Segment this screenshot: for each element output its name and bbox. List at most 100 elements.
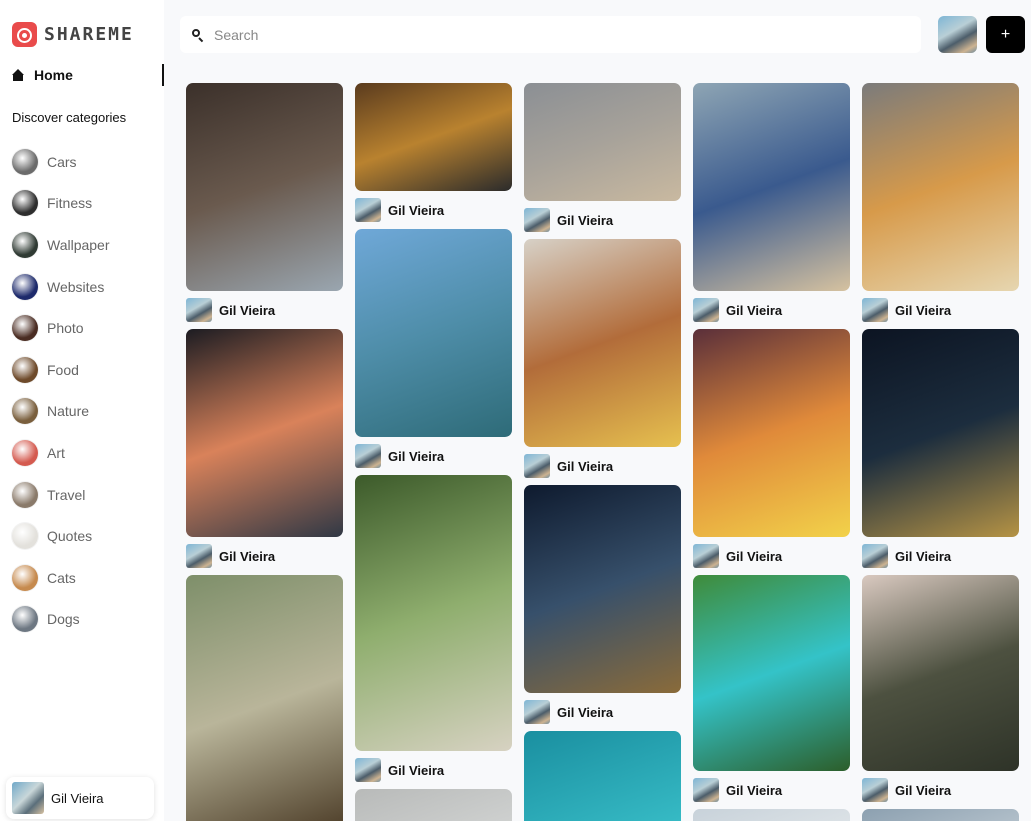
pin-card[interactable] <box>862 83 1019 291</box>
category-item-quotes[interactable]: Quotes <box>12 515 162 557</box>
author-avatar <box>862 298 888 322</box>
header-avatar[interactable] <box>938 16 977 53</box>
nav-home[interactable]: Home <box>12 64 164 86</box>
pin-card[interactable] <box>693 83 850 291</box>
category-item-photo[interactable]: Photo <box>12 307 162 349</box>
pin-card[interactable] <box>355 475 512 751</box>
author-name: Gil Vieira <box>726 548 783 564</box>
pin-card[interactable] <box>693 329 850 537</box>
pin-author[interactable]: Gil Vieira <box>862 778 951 802</box>
pin-author[interactable]: Gil Vieira <box>693 544 782 568</box>
pin-image[interactable] <box>693 329 850 537</box>
category-item-travel[interactable]: Travel <box>12 474 162 516</box>
pin-card[interactable] <box>524 731 681 821</box>
category-item-fitness[interactable]: Fitness <box>12 183 162 225</box>
author-name: Gil Vieira <box>895 782 952 798</box>
category-item-websites[interactable]: Websites <box>12 266 162 308</box>
category-thumbnail <box>12 190 38 217</box>
search-input[interactable] <box>214 26 894 43</box>
pin-card[interactable] <box>524 485 681 693</box>
search-icon <box>192 28 204 41</box>
pin-author[interactable]: Gil Vieira <box>186 298 275 322</box>
category-thumbnail <box>12 481 38 508</box>
category-item-cats[interactable]: Cats <box>12 557 162 599</box>
pin-image[interactable] <box>524 485 681 693</box>
category-thumbnail <box>12 273 38 300</box>
pin-card[interactable] <box>186 575 343 821</box>
pin-image[interactable] <box>693 809 850 821</box>
pin-card[interactable] <box>693 575 850 771</box>
logo[interactable]: SHAREME <box>12 22 134 47</box>
pin-author[interactable]: Gil Vieira <box>186 544 275 568</box>
author-avatar <box>693 778 719 802</box>
pin-image[interactable] <box>524 239 681 447</box>
pin-card[interactable] <box>862 575 1019 771</box>
create-pin-button[interactable]: + <box>986 16 1025 53</box>
pin-card[interactable] <box>862 329 1019 537</box>
pin-author[interactable]: Gil Vieira <box>355 198 444 222</box>
pin-author[interactable]: Gil Vieira <box>355 444 444 468</box>
category-label: Websites <box>47 278 105 295</box>
pin-image[interactable] <box>862 575 1019 771</box>
author-avatar <box>355 198 381 222</box>
pin-image[interactable] <box>355 83 512 191</box>
pin-image[interactable] <box>524 83 681 201</box>
pin-image[interactable] <box>862 809 1019 821</box>
category-item-art[interactable]: Art <box>12 432 162 474</box>
author-name: Gil Vieira <box>895 548 952 564</box>
pin-author[interactable]: Gil Vieira <box>862 298 951 322</box>
category-label: Fitness <box>47 195 93 212</box>
author-avatar <box>693 298 719 322</box>
pin-image[interactable] <box>693 575 850 771</box>
pin-author[interactable]: Gil Vieira <box>524 454 613 478</box>
sidebar: SHAREME Home Discover categories Cars Fit… <box>0 0 164 821</box>
pin-author[interactable]: Gil Vieira <box>524 700 613 724</box>
author-name: Gil Vieira <box>557 458 614 474</box>
category-thumbnail <box>12 606 38 633</box>
pin-card[interactable] <box>186 83 343 291</box>
pin-card[interactable] <box>186 329 343 537</box>
pin-image[interactable] <box>186 83 343 291</box>
category-label: Nature <box>47 403 90 420</box>
search-bar[interactable] <box>180 16 921 53</box>
pin-author[interactable]: Gil Vieira <box>862 544 951 568</box>
pin-card[interactable] <box>355 789 512 821</box>
category-thumbnail <box>12 356 38 383</box>
nav-home-label: Home <box>34 67 73 83</box>
pin-card[interactable] <box>524 83 681 201</box>
pin-image[interactable] <box>355 789 512 821</box>
pin-image[interactable] <box>186 329 343 537</box>
pin-image[interactable] <box>524 731 681 821</box>
pin-author[interactable]: Gil Vieira <box>355 758 444 782</box>
logo-text: SHAREME <box>44 24 134 45</box>
user-profile-card[interactable]: Gil Vieira <box>6 777 154 819</box>
user-name: Gil Vieira <box>51 790 104 806</box>
pin-author[interactable]: Gil Vieira <box>524 208 613 232</box>
category-label: Dogs <box>47 611 80 628</box>
category-item-food[interactable]: Food <box>12 349 162 391</box>
category-thumbnail <box>12 439 38 466</box>
category-label: Cars <box>47 153 77 170</box>
author-name: Gil Vieira <box>557 704 614 720</box>
pin-card[interactable] <box>693 809 850 821</box>
category-item-wallpaper[interactable]: Wallpaper <box>12 224 162 266</box>
pin-card[interactable] <box>524 239 681 447</box>
pin-card[interactable] <box>862 809 1019 821</box>
pin-card[interactable] <box>355 229 512 437</box>
pin-image[interactable] <box>355 475 512 751</box>
pin-author[interactable]: Gil Vieira <box>693 778 782 802</box>
pin-author[interactable]: Gil Vieira <box>693 298 782 322</box>
author-name: Gil Vieira <box>726 782 783 798</box>
pin-image[interactable] <box>693 83 850 291</box>
camera-icon <box>12 22 37 47</box>
pin-image[interactable] <box>862 83 1019 291</box>
pin-image[interactable] <box>186 575 343 821</box>
category-item-nature[interactable]: Nature <box>12 391 162 433</box>
category-item-dogs[interactable]: Dogs <box>12 599 162 641</box>
category-item-cars[interactable]: Cars <box>12 141 162 183</box>
category-thumbnail <box>12 564 38 591</box>
pin-image[interactable] <box>355 229 512 437</box>
pin-image[interactable] <box>862 329 1019 537</box>
category-label: Art <box>47 444 65 461</box>
pin-card[interactable] <box>355 83 512 191</box>
